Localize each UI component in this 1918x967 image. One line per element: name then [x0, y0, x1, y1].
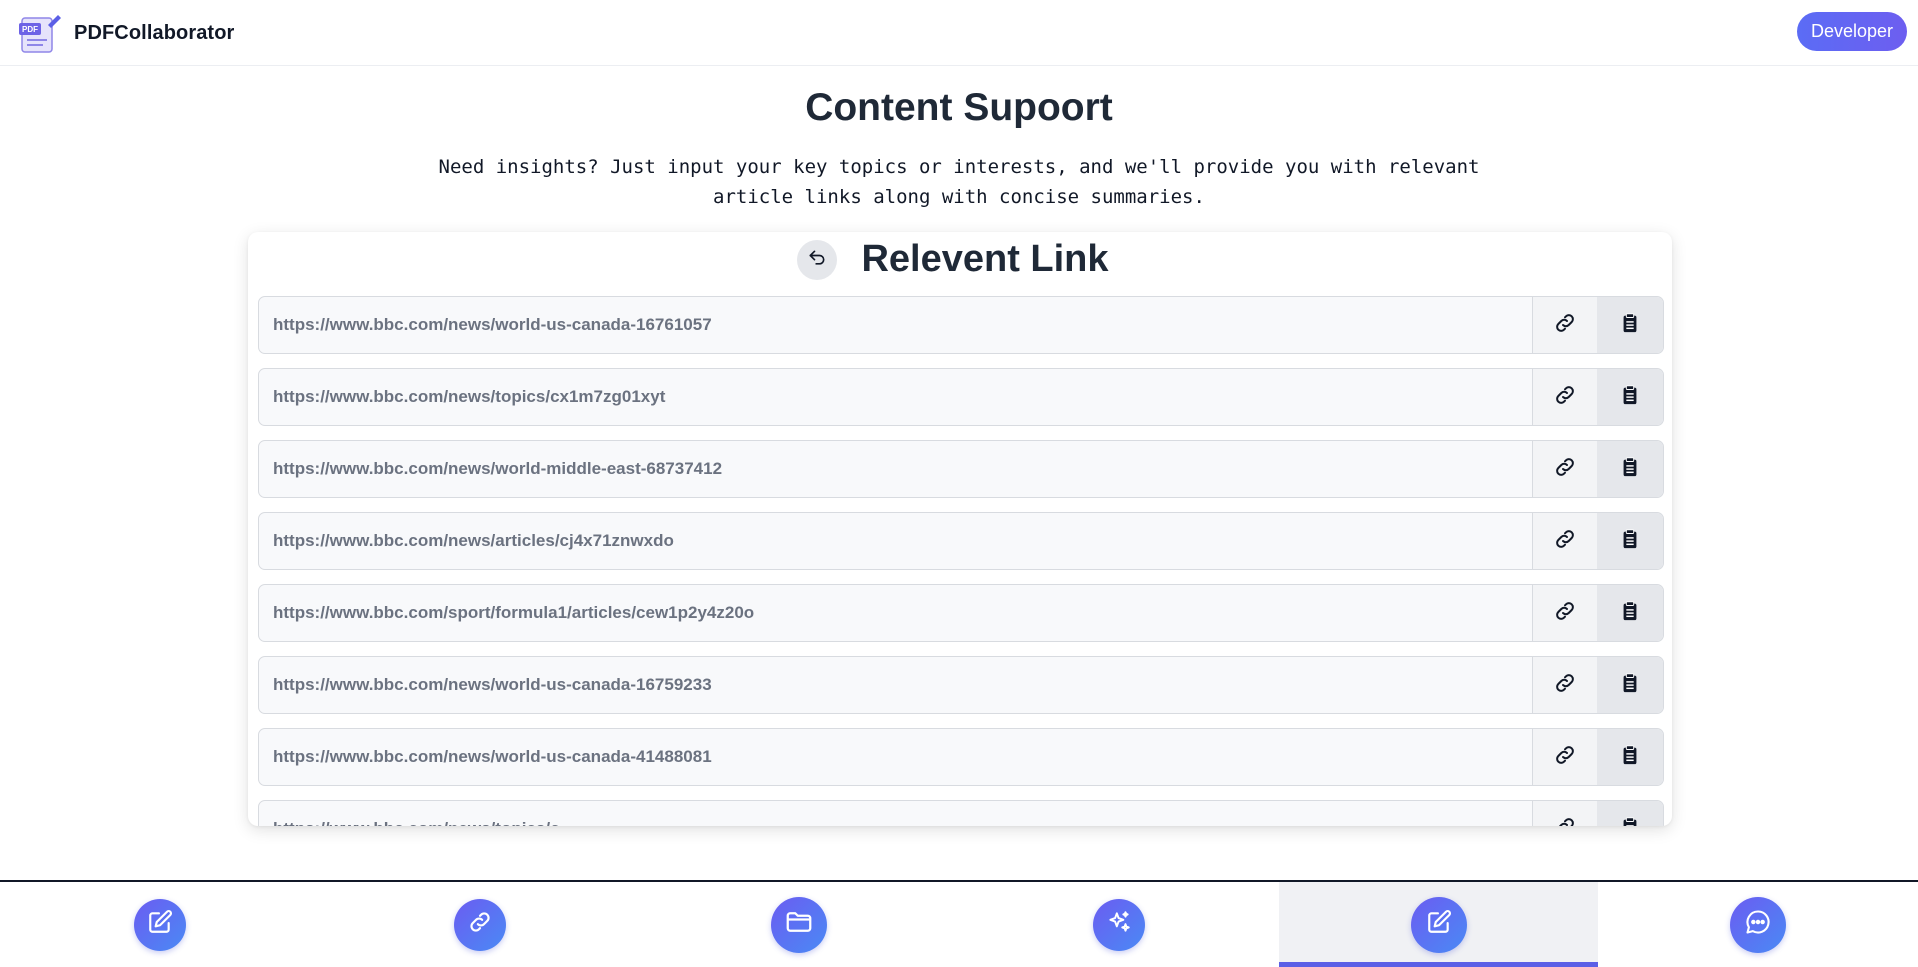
chat-icon	[1744, 908, 1772, 941]
nav-item-content-support[interactable]	[1278, 882, 1599, 967]
folder-icon	[784, 907, 814, 942]
copy-link-button[interactable]	[1597, 441, 1663, 497]
app-name: PDFCollaborator	[74, 21, 235, 44]
link-icon	[1553, 671, 1577, 700]
copy-link-button[interactable]	[1597, 369, 1663, 425]
link-url[interactable]: https://www.bbc.com/news/topics/c...	[259, 801, 1532, 826]
links-list: https://www.bbc.com/news/world-us-canada…	[258, 296, 1664, 826]
link-row: https://www.bbc.com/news/topics/c...	[258, 800, 1664, 826]
nav-item-links[interactable]	[320, 882, 640, 967]
nav-button[interactable]	[1092, 898, 1145, 951]
link-url[interactable]: https://www.bbc.com/news/world-middle-ea…	[259, 441, 1532, 497]
page-title: Content Supoort	[805, 86, 1113, 129]
copy-link-button[interactable]	[1597, 801, 1663, 826]
clipboard-icon	[1619, 456, 1641, 483]
link-icon	[1553, 455, 1577, 484]
link-icon	[1553, 527, 1577, 556]
sparkles-icon	[1106, 909, 1132, 940]
nav-button[interactable]	[1730, 896, 1787, 953]
link-row: https://www.bbc.com/news/topics/cx1m7zg0…	[258, 368, 1664, 426]
link-url[interactable]: https://www.bbc.com/news/topics/cx1m7zg0…	[259, 369, 1532, 425]
open-link-button[interactable]	[1532, 441, 1597, 497]
nav-button[interactable]	[133, 898, 186, 951]
link-url[interactable]: https://www.bbc.com/news/world-us-canada…	[259, 297, 1532, 353]
link-url[interactable]: https://www.bbc.com/news/articles/cj4x71…	[259, 513, 1532, 569]
top-header: PDF PDFCollaborator Developer	[0, 0, 1918, 66]
open-link-button[interactable]	[1532, 801, 1597, 826]
developer-button[interactable]: Developer	[1797, 12, 1907, 51]
edit-icon	[147, 909, 173, 940]
brand[interactable]: PDF PDFCollaborator	[18, 11, 234, 55]
link-row: https://www.bbc.com/news/world-us-canada…	[258, 656, 1664, 714]
open-link-button[interactable]	[1532, 585, 1597, 641]
card-title: Relevent Link	[861, 238, 1109, 280]
card-header: Relevent Link	[248, 232, 1672, 290]
open-link-button[interactable]	[1532, 657, 1597, 713]
open-link-button[interactable]	[1532, 297, 1597, 353]
clipboard-icon	[1619, 528, 1641, 555]
clipboard-icon	[1619, 312, 1641, 339]
link-row: https://www.bbc.com/news/world-us-canada…	[258, 296, 1664, 354]
open-link-button[interactable]	[1532, 369, 1597, 425]
nav-button[interactable]	[1410, 896, 1467, 953]
clipboard-icon	[1619, 384, 1641, 411]
relevant-links-card: Relevent Link https://www.bbc.com/news/w…	[248, 232, 1672, 826]
clipboard-icon	[1619, 600, 1641, 627]
pdf-logo-icon: PDF	[18, 11, 62, 55]
link-icon	[1553, 383, 1577, 412]
link-icon	[1553, 815, 1577, 826]
link-icon	[1553, 743, 1577, 772]
link-url[interactable]: https://www.bbc.com/news/world-us-canada…	[259, 729, 1532, 785]
clipboard-icon	[1619, 672, 1641, 699]
page-description: Need insights? Just input your key topic…	[438, 156, 1480, 208]
link-row: https://www.bbc.com/news/world-us-canada…	[258, 728, 1664, 786]
nav-button[interactable]	[453, 898, 506, 951]
link-url[interactable]: https://www.bbc.com/news/world-us-canada…	[259, 657, 1532, 713]
nav-item-files[interactable]	[639, 882, 959, 967]
nav-item-ai[interactable]	[959, 882, 1279, 967]
link-row: https://www.bbc.com/sport/formula1/artic…	[258, 584, 1664, 642]
copy-link-button[interactable]	[1597, 657, 1663, 713]
open-link-button[interactable]	[1532, 729, 1597, 785]
nav-button[interactable]	[771, 896, 828, 953]
link-row: https://www.bbc.com/news/articles/cj4x71…	[258, 512, 1664, 570]
svg-text:PDF: PDF	[22, 25, 38, 34]
clipboard-icon	[1619, 744, 1641, 771]
link-icon	[467, 909, 493, 940]
nav-item-edit[interactable]	[0, 882, 320, 967]
open-link-button[interactable]	[1532, 513, 1597, 569]
link-icon	[1553, 311, 1577, 340]
copy-link-button[interactable]	[1597, 297, 1663, 353]
copy-link-button[interactable]	[1597, 513, 1663, 569]
link-icon	[1553, 599, 1577, 628]
edit-icon	[1426, 909, 1452, 940]
bottom-nav	[0, 880, 1918, 967]
link-row: https://www.bbc.com/news/world-middle-ea…	[258, 440, 1664, 498]
link-url[interactable]: https://www.bbc.com/sport/formula1/artic…	[259, 585, 1532, 641]
nav-item-chat[interactable]	[1598, 882, 1918, 967]
copy-link-button[interactable]	[1597, 729, 1663, 785]
clipboard-icon	[1619, 816, 1641, 826]
copy-link-button[interactable]	[1597, 585, 1663, 641]
